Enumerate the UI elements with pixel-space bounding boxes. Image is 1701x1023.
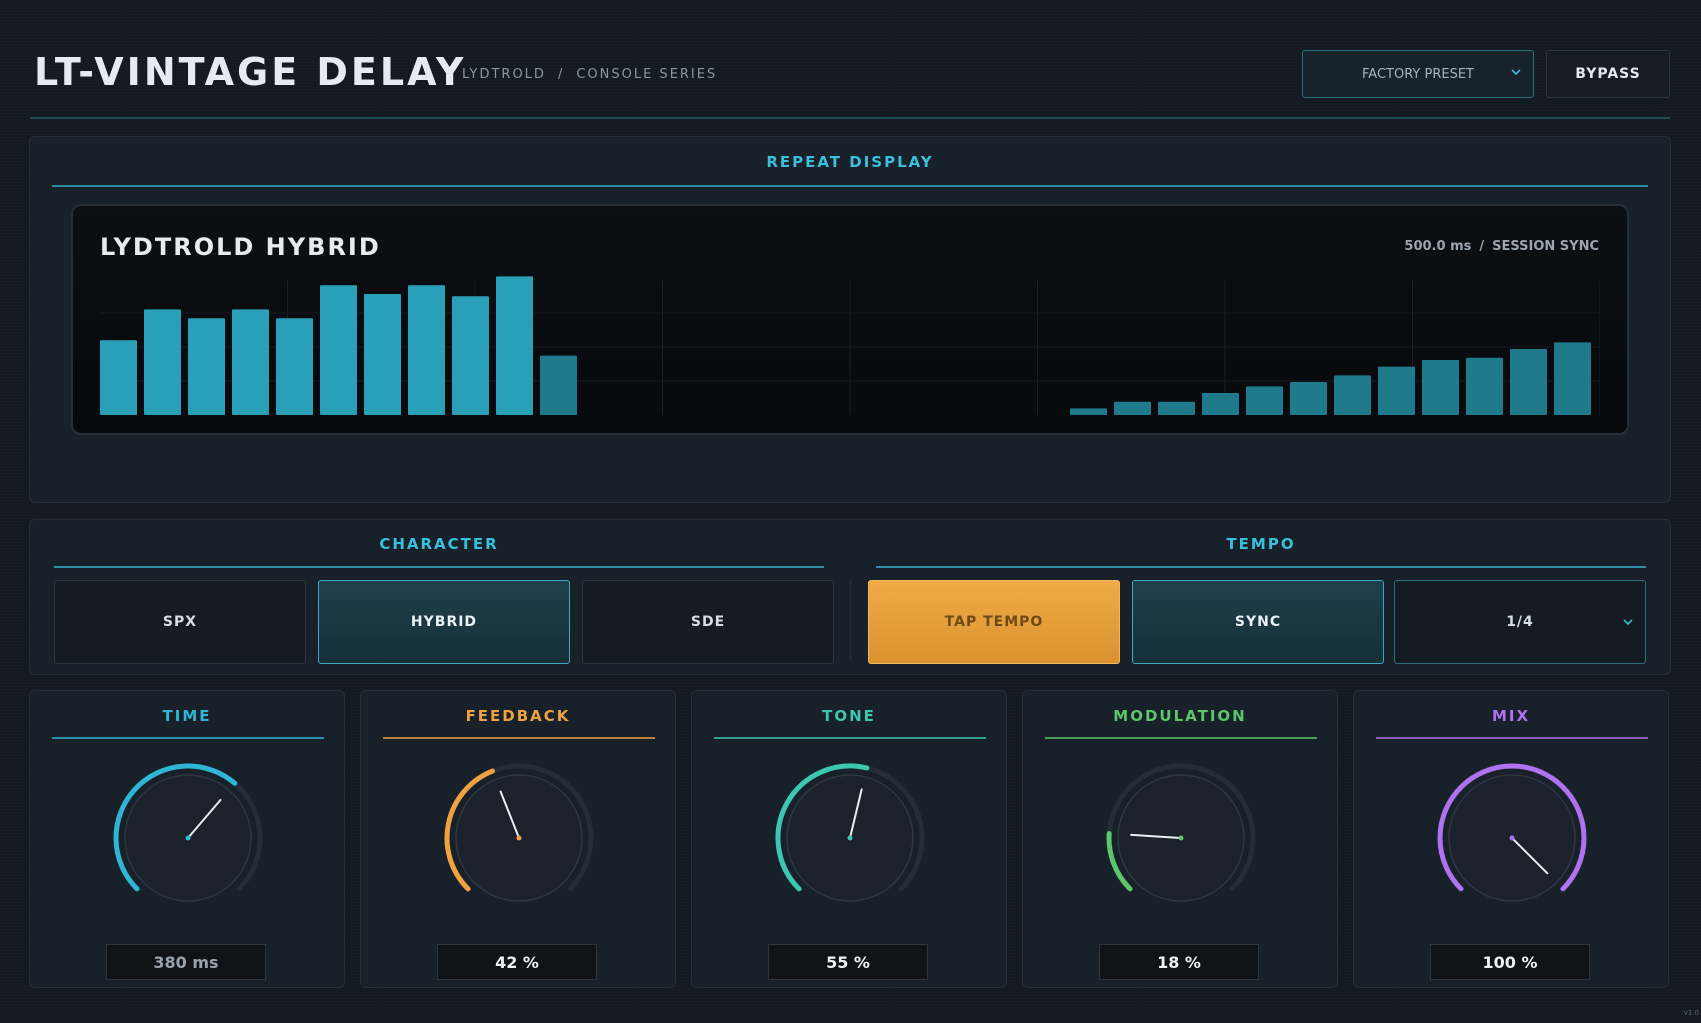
mix-value-field[interactable]: 100 % xyxy=(1430,944,1590,980)
decay-bar xyxy=(1246,386,1283,415)
section-divider xyxy=(850,580,851,660)
mix-knob[interactable] xyxy=(1427,753,1597,923)
repeat-display-underline xyxy=(52,185,1648,187)
delay-time-readout: 500.0 ms xyxy=(1404,239,1472,254)
feedback-knob[interactable] xyxy=(434,753,604,923)
tempo-title: TEMPO xyxy=(1226,535,1296,553)
knob-underline xyxy=(383,737,655,739)
repeat-bar xyxy=(364,294,401,415)
repeat-bars xyxy=(100,276,1600,415)
division-value: 1/4 xyxy=(1506,614,1534,630)
repeat-bar xyxy=(452,296,489,415)
plugin-title: LT-VINTAGE DELAY xyxy=(34,50,467,94)
repeat-bar xyxy=(540,355,577,415)
character-hybrid-button[interactable]: HYBRID xyxy=(318,580,570,664)
knob-center-dot xyxy=(1509,835,1515,841)
repeat-bar xyxy=(188,318,225,415)
character-title: CHARACTER xyxy=(379,535,499,553)
repeat-bar xyxy=(144,309,181,415)
decay-bar xyxy=(1554,342,1591,415)
readout-separator: / xyxy=(1479,239,1485,254)
tap-tempo-button[interactable]: TAP TEMPO xyxy=(868,580,1120,664)
knob-underline xyxy=(1045,737,1317,739)
tempo-underline xyxy=(876,566,1646,568)
knob-panel-tone: TONE 55 % xyxy=(691,690,1007,988)
decay-bar xyxy=(1334,375,1371,415)
knob-panel-mix: MIX 100 % xyxy=(1353,690,1669,988)
decay-bar xyxy=(1378,366,1415,415)
time-knob[interactable] xyxy=(103,753,273,923)
sync-readout: SESSION SYNC xyxy=(1492,239,1599,254)
decay-bar xyxy=(1070,408,1107,415)
repeat-display-title: REPEAT DISPLAY xyxy=(766,153,934,171)
knob-label-modulation: MODULATION xyxy=(1113,707,1247,725)
breadcrumb-series: CONSOLE SERIES xyxy=(576,67,718,82)
character-underline xyxy=(54,566,824,568)
breadcrumb-vendor: LYDTROLD xyxy=(462,67,546,82)
chevron-down-icon xyxy=(1623,619,1633,626)
repeat-bar xyxy=(408,285,445,415)
mode-name: LYDTROLD HYBRID xyxy=(100,233,381,261)
knob-label-feedback: FEEDBACK xyxy=(465,707,571,725)
tone-knob[interactable] xyxy=(765,753,935,923)
breadcrumb-separator: / xyxy=(557,67,565,82)
knob-center-dot xyxy=(185,835,191,841)
decay-bar xyxy=(1422,360,1459,415)
controls-panel: CHARACTER TEMPO SPX HYBRID SDE TAP TEMPO… xyxy=(29,519,1671,675)
sync-button[interactable]: SYNC xyxy=(1132,580,1384,664)
knob-label-tone: TONE xyxy=(822,707,876,725)
breadcrumb: LYDTROLD / CONSOLE SERIES xyxy=(462,67,717,82)
knob-panel-feedback: FEEDBACK 42 % xyxy=(360,690,676,988)
feedback-value-field[interactable]: 42 % xyxy=(437,944,597,980)
decay-bar xyxy=(1510,349,1547,415)
knob-center-dot xyxy=(516,835,522,841)
header-divider xyxy=(30,117,1670,119)
character-spx-button[interactable]: SPX xyxy=(54,580,306,664)
division-dropdown[interactable]: 1/4 xyxy=(1394,580,1646,664)
time-readout: 500.0 ms / SESSION SYNC xyxy=(1380,239,1599,254)
decay-bar xyxy=(1290,382,1327,415)
repeat-bar xyxy=(496,276,533,415)
repeat-bar xyxy=(276,318,313,415)
bypass-button[interactable]: BYPASS xyxy=(1546,50,1670,98)
knob-underline xyxy=(714,737,986,739)
knob-label-time: TIME xyxy=(162,707,212,725)
repeat-bar xyxy=(100,340,137,415)
knob-underline xyxy=(1376,737,1648,739)
tone-value-field[interactable]: 55 % xyxy=(768,944,928,980)
modulation-knob[interactable] xyxy=(1096,753,1266,923)
decay-bar xyxy=(1466,357,1503,415)
knob-panel-modulation: MODULATION 18 % xyxy=(1022,690,1338,988)
character-sde-button[interactable]: SDE xyxy=(582,580,834,664)
repeat-bar xyxy=(320,285,357,415)
preset-dropdown[interactable]: FACTORY PRESET xyxy=(1302,50,1534,98)
version-label: v1.0 xyxy=(1683,1009,1699,1017)
time-value-field[interactable]: 380 ms xyxy=(106,944,266,980)
knob-underline xyxy=(52,737,324,739)
repeat-bar xyxy=(232,309,269,415)
knob-label-mix: MIX xyxy=(1491,707,1531,725)
decay-bar xyxy=(1114,401,1151,415)
preset-label: FACTORY PRESET xyxy=(1362,66,1474,82)
modulation-value-field[interactable]: 18 % xyxy=(1099,944,1259,980)
decay-bar xyxy=(1202,393,1239,415)
knob-center-dot xyxy=(1178,835,1184,841)
knob-panel-time: TIME 380 ms xyxy=(29,690,345,988)
chevron-down-icon xyxy=(1511,69,1521,76)
knob-center-dot xyxy=(847,835,853,841)
decay-bar xyxy=(1158,401,1195,415)
